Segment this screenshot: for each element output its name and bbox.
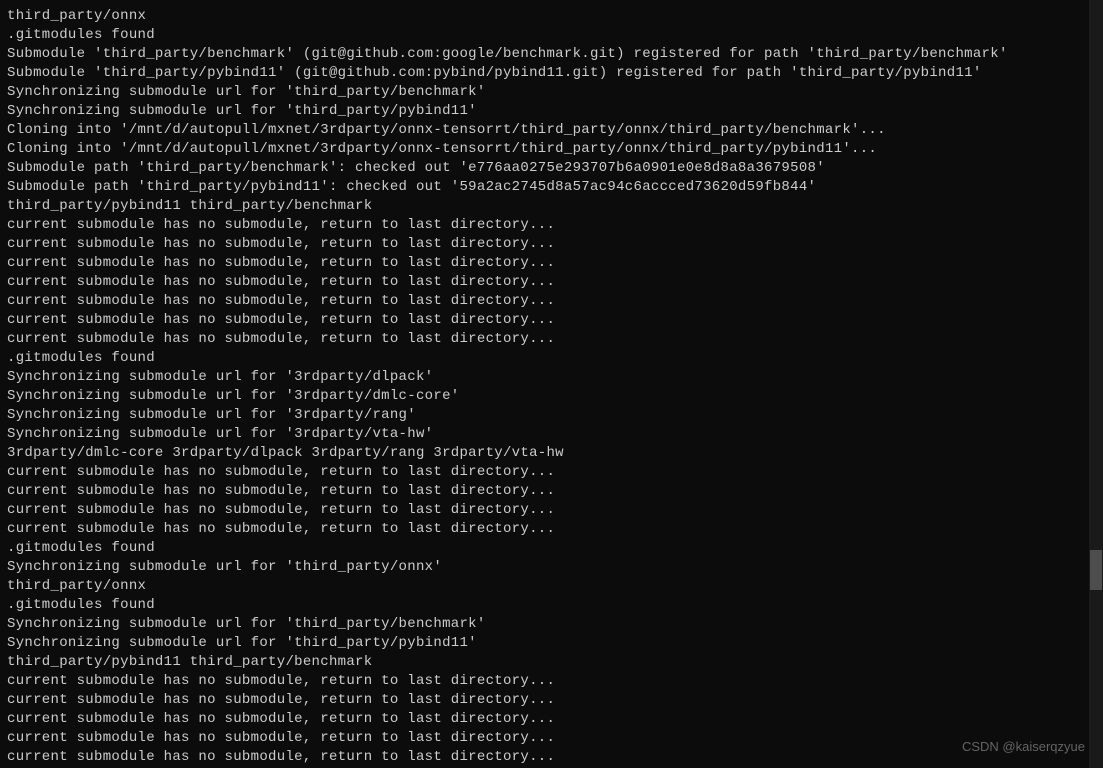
terminal-line: Submodule 'third_party/pybind11' (git@gi… [7, 64, 1082, 83]
terminal-line: Synchronizing submodule url for '3rdpart… [7, 387, 1082, 406]
terminal-line: third_party/onnx [7, 577, 1082, 596]
terminal-line: Synchronizing submodule url for '3rdpart… [7, 406, 1082, 425]
scrollbar-thumb[interactable] [1090, 550, 1102, 590]
terminal-line: .gitmodules found [7, 596, 1082, 615]
terminal-line: current submodule has no submodule, retu… [7, 748, 1082, 767]
terminal-line: Synchronizing submodule url for '3rdpart… [7, 368, 1082, 387]
scrollbar-track[interactable] [1089, 0, 1103, 768]
terminal-line: current submodule has no submodule, retu… [7, 463, 1082, 482]
terminal-window[interactable]: third_party/onnx.gitmodules foundSubmodu… [0, 0, 1089, 768]
terminal-line: current submodule has no submodule, retu… [7, 216, 1082, 235]
terminal-line: .gitmodules found [7, 539, 1082, 558]
terminal-line: current submodule has no submodule, retu… [7, 254, 1082, 273]
terminal-line: current submodule has no submodule, retu… [7, 273, 1082, 292]
terminal-line: third_party/onnx [7, 7, 1082, 26]
terminal-line: current submodule has no submodule, retu… [7, 520, 1082, 539]
terminal-output: third_party/onnx.gitmodules foundSubmodu… [7, 7, 1082, 767]
terminal-line: Synchronizing submodule url for 'third_p… [7, 102, 1082, 121]
terminal-line: Synchronizing submodule url for 'third_p… [7, 83, 1082, 102]
terminal-line: Synchronizing submodule url for 'third_p… [7, 558, 1082, 577]
watermark-text: CSDN @kaiserqzyue [962, 737, 1085, 756]
terminal-line: third_party/pybind11 third_party/benchma… [7, 197, 1082, 216]
terminal-line: 3rdparty/dmlc-core 3rdparty/dlpack 3rdpa… [7, 444, 1082, 463]
terminal-line: third_party/pybind11 third_party/benchma… [7, 653, 1082, 672]
terminal-line: Cloning into '/mnt/d/autopull/mxnet/3rdp… [7, 140, 1082, 159]
terminal-line: Submodule 'third_party/benchmark' (git@g… [7, 45, 1082, 64]
terminal-line: current submodule has no submodule, retu… [7, 691, 1082, 710]
terminal-line: current submodule has no submodule, retu… [7, 501, 1082, 520]
terminal-line: .gitmodules found [7, 26, 1082, 45]
terminal-line: .gitmodules found [7, 349, 1082, 368]
terminal-line: Submodule path 'third_party/pybind11': c… [7, 178, 1082, 197]
terminal-line: current submodule has no submodule, retu… [7, 710, 1082, 729]
terminal-line: current submodule has no submodule, retu… [7, 729, 1082, 748]
terminal-line: current submodule has no submodule, retu… [7, 311, 1082, 330]
terminal-line: current submodule has no submodule, retu… [7, 292, 1082, 311]
terminal-line: Synchronizing submodule url for 'third_p… [7, 615, 1082, 634]
terminal-line: current submodule has no submodule, retu… [7, 672, 1082, 691]
terminal-line: current submodule has no submodule, retu… [7, 235, 1082, 254]
terminal-line: Cloning into '/mnt/d/autopull/mxnet/3rdp… [7, 121, 1082, 140]
terminal-line: current submodule has no submodule, retu… [7, 482, 1082, 501]
terminal-line: Synchronizing submodule url for 'third_p… [7, 634, 1082, 653]
terminal-line: Submodule path 'third_party/benchmark': … [7, 159, 1082, 178]
terminal-line: Synchronizing submodule url for '3rdpart… [7, 425, 1082, 444]
terminal-line: current submodule has no submodule, retu… [7, 330, 1082, 349]
